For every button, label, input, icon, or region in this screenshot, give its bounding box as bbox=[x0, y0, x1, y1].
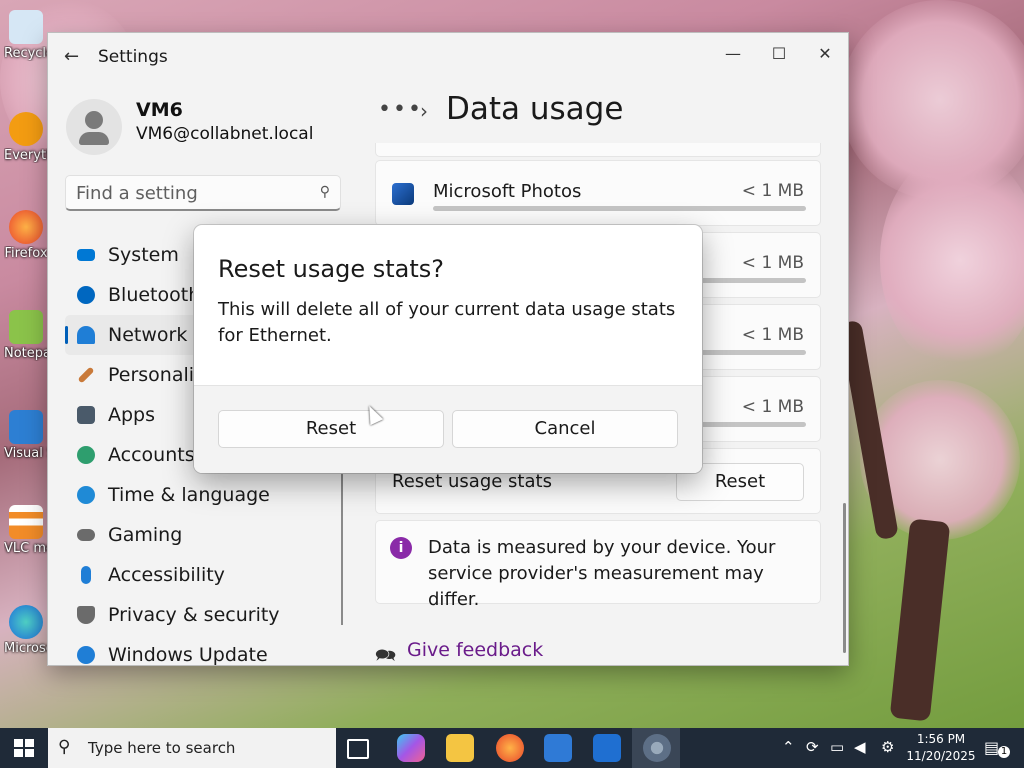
outlook-icon[interactable] bbox=[593, 734, 621, 762]
recycle-bin-icon bbox=[9, 10, 43, 44]
close-button[interactable]: ✕ bbox=[802, 39, 848, 69]
accounts-icon bbox=[77, 446, 95, 464]
copilot-icon[interactable] bbox=[397, 734, 425, 762]
vlc-icon bbox=[9, 505, 43, 539]
taskbar: ⚲ Type here to search ⌃ ⟳ ▭ ◀ ⚙ 1:56 PM … bbox=[0, 728, 1024, 768]
chevron-right-icon: › bbox=[420, 99, 428, 123]
notepad-icon bbox=[9, 310, 43, 344]
everything-icon bbox=[9, 112, 43, 146]
search-placeholder: Find a setting bbox=[76, 183, 198, 204]
reset-confirm-dialog: Reset usage stats? This will delete all … bbox=[194, 225, 702, 473]
reset-usage-label: Reset usage stats bbox=[392, 471, 552, 492]
give-feedback-link[interactable]: Give feedback bbox=[407, 639, 543, 661]
gear-icon bbox=[643, 734, 671, 762]
settings-tray-icon[interactable]: ⚙ bbox=[881, 738, 894, 756]
desktop-icon-vlc[interactable]: VLC media bbox=[4, 505, 48, 556]
feedback-icon: 🗪 bbox=[375, 646, 397, 666]
task-view-icon[interactable] bbox=[347, 739, 369, 759]
sidebar-item-accessibility[interactable]: Accessibility bbox=[65, 555, 341, 595]
clock-date: 11/20/2025 bbox=[906, 749, 976, 763]
user-email: VM6@collabnet.local bbox=[136, 124, 314, 144]
desktop-icon-everything[interactable]: Everything bbox=[4, 112, 48, 163]
app-name: Microsoft Photos bbox=[433, 181, 582, 202]
usage-bar bbox=[433, 206, 806, 211]
dialog-cancel-button[interactable]: Cancel bbox=[452, 410, 678, 448]
window-title: Settings bbox=[98, 47, 168, 67]
info-text: Data is measured by your device. Your se… bbox=[428, 537, 776, 610]
firefox-icon bbox=[9, 210, 43, 244]
sync-icon[interactable]: ⟳ bbox=[806, 738, 819, 756]
search-input[interactable]: Find a setting ⚲ bbox=[65, 175, 341, 211]
pane-divider bbox=[341, 473, 343, 625]
info-icon: i bbox=[390, 537, 412, 559]
avatar bbox=[66, 99, 122, 155]
sidebar-item-privacy[interactable]: Privacy & security bbox=[65, 595, 341, 635]
accessibility-icon bbox=[81, 566, 91, 584]
gamepad-icon bbox=[77, 529, 95, 541]
microsoft-store-icon[interactable] bbox=[544, 734, 572, 762]
start-button[interactable] bbox=[14, 739, 34, 757]
breadcrumb-more-button[interactable]: ••• bbox=[378, 97, 423, 122]
scrollbar[interactable] bbox=[843, 503, 846, 653]
update-icon bbox=[77, 646, 95, 664]
photos-app-icon bbox=[392, 183, 414, 205]
bluetooth-icon bbox=[77, 286, 95, 304]
dialog-reset-button[interactable]: Reset bbox=[218, 410, 444, 448]
user-name: VM6 bbox=[136, 99, 183, 121]
firefox-icon[interactable] bbox=[496, 734, 524, 762]
desktop-icon-recycle-bin[interactable]: Recycle Bin bbox=[4, 10, 48, 61]
app-usage-size: < 1 MB bbox=[741, 397, 804, 417]
dialog-title: Reset usage stats? bbox=[218, 255, 444, 283]
notification-icon[interactable]: ▤ bbox=[984, 738, 999, 757]
visual-studio-icon bbox=[9, 410, 43, 444]
search-icon: ⚲ bbox=[319, 184, 330, 200]
chevron-up-icon[interactable]: ⌃ bbox=[782, 738, 795, 756]
volume-muted-icon[interactable]: ◀ bbox=[854, 738, 866, 756]
desktop-icon-visual-studio[interactable]: Visual Studio bbox=[4, 410, 48, 461]
back-arrow-icon[interactable]: ← bbox=[64, 46, 79, 67]
edge-icon bbox=[9, 605, 43, 639]
network-tray-icon[interactable]: ▭ bbox=[830, 738, 844, 756]
taskbar-search-placeholder: Type here to search bbox=[88, 739, 236, 757]
info-card: i Data is measured by your device. Your … bbox=[375, 520, 821, 610]
network-icon bbox=[77, 326, 95, 344]
sidebar-item-windows-update[interactable]: Windows Update bbox=[65, 635, 341, 665]
clock-time: 1:56 PM bbox=[916, 732, 966, 746]
sidebar-item-time-language[interactable]: Time & language bbox=[65, 475, 341, 515]
app-usage-size: < 1 MB bbox=[741, 253, 804, 273]
page-title: Data usage bbox=[446, 91, 624, 127]
clock[interactable]: 1:56 PM 11/20/2025 bbox=[906, 731, 976, 765]
sidebar-item-gaming[interactable]: Gaming bbox=[65, 515, 341, 555]
system-icon bbox=[77, 249, 95, 261]
dialog-message: This will delete all of your current dat… bbox=[218, 299, 676, 346]
search-icon: ⚲ bbox=[58, 737, 71, 757]
app-usage-size: < 1 MB bbox=[741, 325, 804, 345]
title-bar: ← Settings — ☐ ✕ bbox=[48, 33, 848, 83]
brush-icon bbox=[77, 366, 95, 384]
app-usage-size: < 1 MB bbox=[741, 181, 804, 201]
notification-count-badge: 1 bbox=[998, 746, 1010, 758]
taskbar-search[interactable]: ⚲ Type here to search bbox=[48, 728, 336, 768]
shield-icon bbox=[77, 606, 95, 624]
usage-row: Microsoft Photos < 1 MB bbox=[375, 160, 821, 226]
minimize-button[interactable]: — bbox=[710, 39, 756, 69]
maximize-button[interactable]: ☐ bbox=[756, 39, 802, 69]
settings-taskbar-button[interactable] bbox=[632, 728, 680, 768]
desktop-icon-firefox[interactable]: Firefox bbox=[4, 210, 48, 261]
dialog-footer: Reset Cancel bbox=[194, 385, 702, 473]
desktop-icon-notepad[interactable]: Notepad++ bbox=[4, 310, 48, 361]
apps-icon bbox=[77, 406, 95, 424]
globe-clock-icon bbox=[77, 486, 95, 504]
usage-card-partial bbox=[375, 143, 821, 157]
file-explorer-icon[interactable] bbox=[446, 734, 474, 762]
desktop-icon-edge[interactable]: Microsoft Edge bbox=[4, 605, 48, 656]
